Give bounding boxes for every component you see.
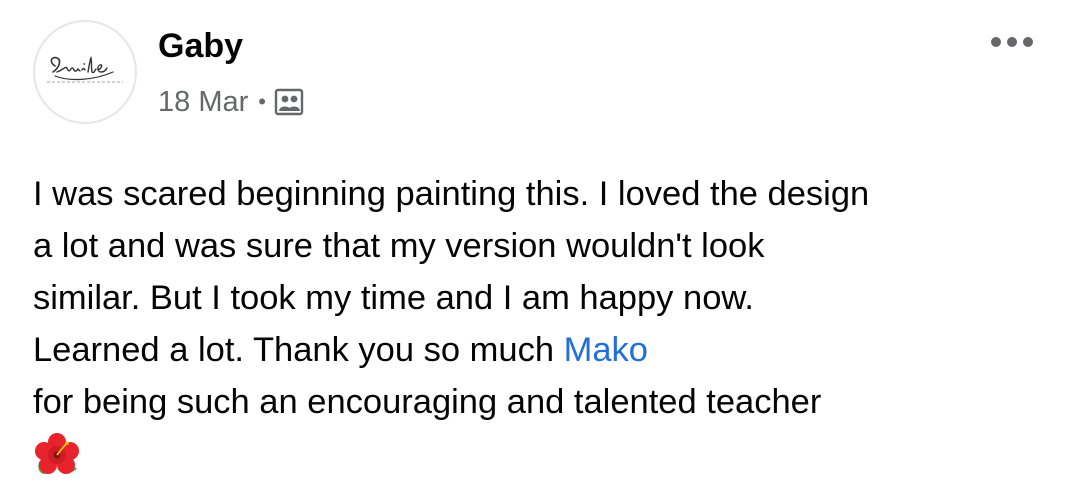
post-meta: 18 Mar • <box>158 84 304 120</box>
meta-separator: • <box>258 89 266 114</box>
author-name[interactable]: Gaby <box>158 26 243 66</box>
post-date[interactable]: 18 Mar <box>158 86 248 119</box>
friends-except-icon[interactable] <box>274 88 304 116</box>
avatar[interactable] <box>33 20 137 124</box>
post: Gaby 18 Mar • I was scared beginning pai… <box>0 0 1080 486</box>
post-text-line: I was scared beginning painting this. I … <box>33 175 870 213</box>
post-text-line: similar. But I took my time and I am hap… <box>33 279 754 317</box>
smile-logo <box>47 55 123 83</box>
post-text-segment: Learned a lot. Thank you so much <box>33 331 564 369</box>
more-options-button[interactable] <box>984 26 1040 58</box>
post-text-line: for being such an encouraging and talent… <box>33 383 822 421</box>
hibiscus-icon <box>33 432 81 480</box>
post-text: I was scared beginning painting this. I … <box>33 168 1063 480</box>
mention-link[interactable]: Mako <box>564 331 648 369</box>
more-dots-icon <box>991 37 1033 47</box>
post-text-line: a lot and was sure that my version would… <box>33 227 765 265</box>
post-text-line: Learned a lot. Thank you so much Mako <box>33 324 1063 376</box>
